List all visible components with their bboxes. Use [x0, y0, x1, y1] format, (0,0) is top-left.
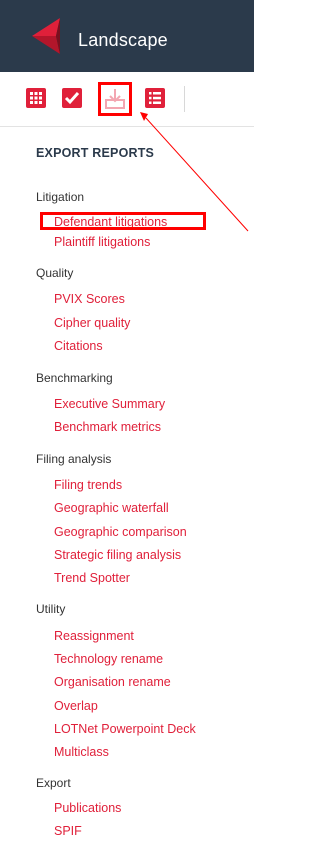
annotation-arrow [140, 112, 249, 232]
